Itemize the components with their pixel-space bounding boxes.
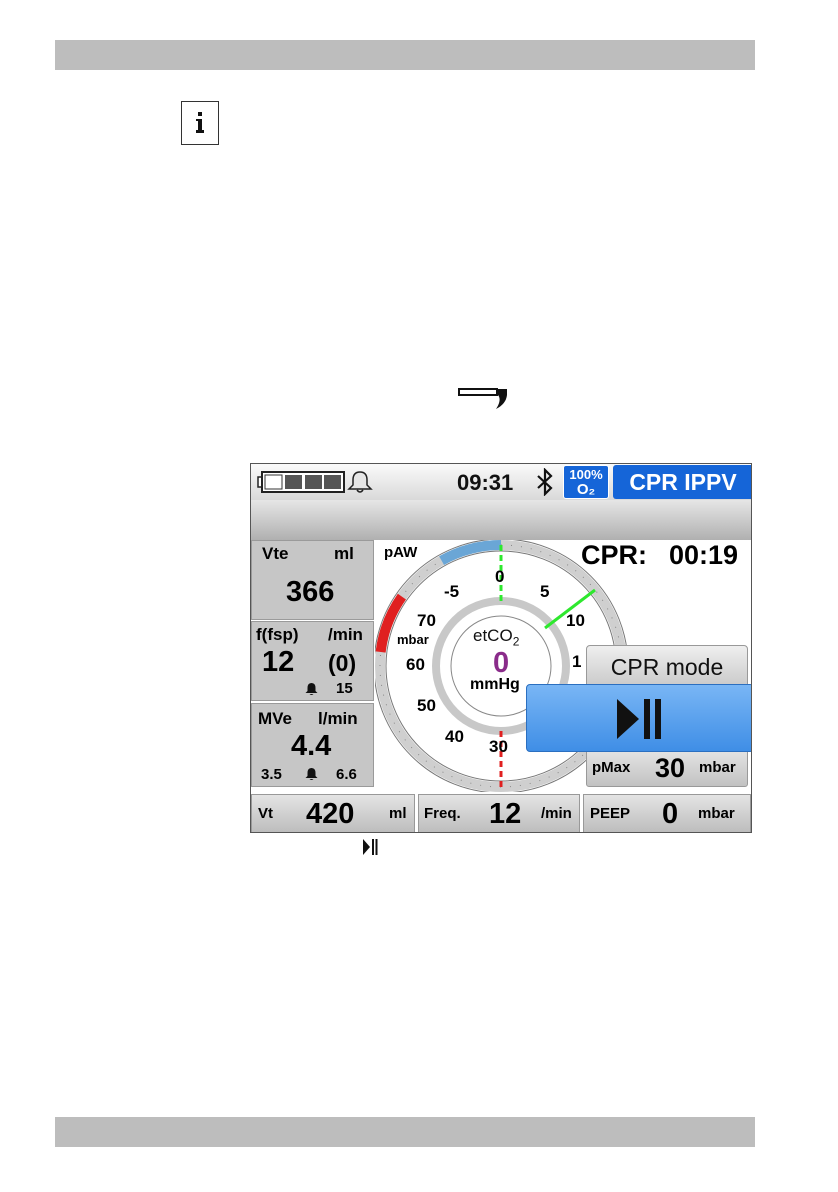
ventilation-mode[interactable]: CPR IPPV [613,465,751,499]
pmax-button[interactable]: pMax 30 mbar [586,749,748,787]
fsp-spontaneous: (0) [328,650,357,676]
mve-value: 4.4 [291,730,332,762]
peep-value: 0 [662,798,679,830]
vte-panel[interactable]: Vte ml 366 [251,540,374,620]
header-band [55,40,755,70]
fsp-alarm-high: 15 [336,680,353,697]
status-bar: 09:31 100% O₂ CPR IPPV [251,464,751,500]
vt-unit: ml [389,805,407,822]
gauge-tick: 50 [417,696,436,715]
start-stop-button[interactable] [526,684,751,752]
gauge-tick: 5 [540,582,550,601]
mve-label: MVe [258,709,293,728]
bluetooth-icon [535,467,555,501]
play-pause-icon [617,699,661,739]
vt-setting[interactable]: Vt 420 ml [251,794,415,832]
o2-label: O₂ [576,481,596,498]
vt-label: Vt [258,805,273,822]
gauge-tick: 60 [406,655,425,674]
freq-unit: /min [541,805,572,822]
sub-bar [251,500,751,540]
gauge-tick: 40 [445,727,464,746]
clock: 09:31 [457,470,514,495]
gauge-tick: 30 [489,737,508,756]
alarm-bell-icon [305,767,318,786]
cpr-mode-label: CPR mode [610,654,724,680]
ventilator-screen: 09:31 100% O₂ CPR IPPV Vte ml 366 f(fsp)… [250,463,752,833]
o2-percent: 100% [569,467,603,482]
gauge-tick: 1 [572,652,582,671]
minute-volume-panel[interactable]: MVe l/min 4.4 3.5 6.6 [251,703,374,787]
alarm-bell-icon [305,682,318,701]
footer-band [55,1117,755,1147]
vt-value: 420 [306,798,355,830]
vte-value: 366 [286,576,335,608]
etco2-subscript: 2 [512,634,520,649]
bell-icon [347,470,373,499]
gauge-tick: 0 [495,567,505,586]
etco2-unit: mmHg [470,676,520,693]
gauge-label: pAW [384,544,418,561]
fsp-unit: /min [328,625,363,644]
wrench-icon [458,388,510,415]
info-icon [181,101,219,145]
pmax-value: 30 [655,753,686,783]
pmax-unit: mbar [699,759,736,776]
peep-unit: mbar [698,805,735,822]
vte-label: Vte [262,544,289,563]
mve-unit: l/min [318,709,358,728]
fsp-value: 12 [262,646,295,678]
pmax-label: pMax [592,759,631,776]
gauge-tick: 10 [566,611,585,630]
freq-value: 12 [489,798,522,830]
cpr-timer-label: CPR: [581,540,647,570]
peep-setting[interactable]: PEEP 0 mbar [583,794,751,832]
mve-alarm-high: 6.6 [336,766,357,783]
freq-setting[interactable]: Freq. 12 /min [418,794,580,832]
mve-alarm-low: 3.5 [261,766,282,783]
battery-icon [257,471,345,498]
frequency-panel[interactable]: f(fsp) /min 12 (0) 15 [251,621,374,701]
gauge-tick: 70 [417,611,436,630]
peep-label: PEEP [590,805,631,822]
fsp-label: f(fsp) [256,625,299,644]
etco2-label: etCO2 [473,626,519,648]
gauge-unit: mbar [397,632,429,647]
freq-label: Freq. [424,805,461,822]
o2-indicator: 100% O₂ [563,465,609,499]
gauge-tick: -5 [444,582,460,601]
cpr-mode-button[interactable]: CPR mode [586,645,748,689]
cpr-timer-value: 00:19 [669,540,739,570]
play-pause-icon [362,838,378,861]
etco2-text: etCO [473,626,513,645]
vte-unit: ml [334,544,354,563]
